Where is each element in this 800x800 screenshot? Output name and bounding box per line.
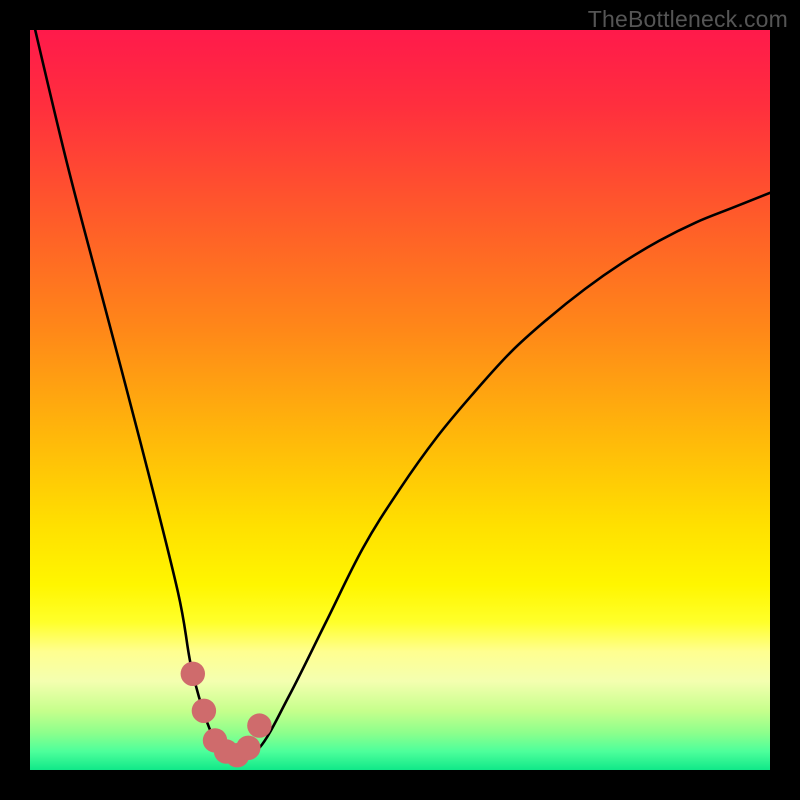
curve-layer xyxy=(30,30,770,770)
marker-dot xyxy=(192,699,216,723)
marker-dot xyxy=(181,662,205,686)
plot-area xyxy=(30,30,770,770)
marker-dot xyxy=(247,713,271,737)
marker-dot xyxy=(236,736,260,760)
chart-frame: TheBottleneck.com xyxy=(0,0,800,800)
watermark-text: TheBottleneck.com xyxy=(588,6,788,33)
bottleneck-curve xyxy=(30,30,770,756)
highlight-markers xyxy=(181,662,272,768)
